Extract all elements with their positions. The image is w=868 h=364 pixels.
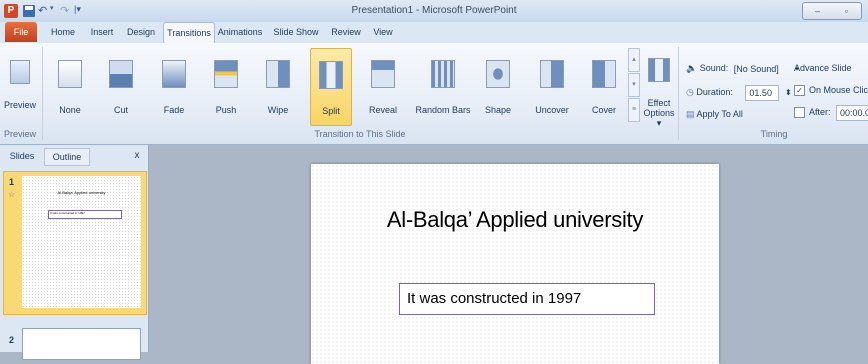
preview-button[interactable]: Preview	[2, 48, 38, 124]
transition-uncover[interactable]: Uncover	[528, 48, 576, 124]
transition-star-icon: ☆	[8, 190, 16, 199]
thumbnail-title: Al-Balqa’ Applied university	[57, 190, 106, 195]
transition-fade[interactable]: Fade	[154, 48, 194, 124]
after-checkbox[interactable]	[794, 107, 805, 119]
tab-review[interactable]: Review	[326, 22, 366, 42]
transition-push-icon	[214, 60, 238, 88]
effect-options-button[interactable]: Effect Options ▾	[642, 52, 676, 128]
sound-icon: 🔈	[686, 63, 698, 73]
apply-all-icon: ▤	[686, 109, 695, 119]
tab-transitions[interactable]: Transitions	[163, 22, 215, 43]
duration-row: ◷ Duration: 01.50 ⬍	[686, 84, 792, 101]
thumbnail-text: It was constructed in 1997	[50, 211, 85, 215]
transition-none[interactable]: None	[50, 48, 90, 124]
gallery-scroll-up-button[interactable]: ▴	[628, 48, 640, 72]
transition-fade-icon	[162, 60, 186, 88]
sound-dropdown[interactable]: [No Sound]	[731, 62, 789, 76]
after-input[interactable]: 00:00.00	[836, 104, 868, 121]
duration-spinner[interactable]: ⬍	[785, 88, 792, 97]
minimize-button[interactable]: –	[803, 3, 832, 19]
slide-title[interactable]: Al-Balqa’ Applied university	[311, 207, 719, 233]
transition-none-icon	[58, 60, 82, 88]
group-label-preview: Preview	[4, 129, 37, 139]
group-label-timing: Timing	[760, 129, 788, 139]
gallery-scroll-down-button[interactable]: ▾	[628, 73, 640, 97]
duration-input[interactable]: 01.50	[745, 84, 780, 101]
slide-number: 2	[9, 335, 15, 345]
transition-uncover-icon	[540, 60, 564, 88]
maximize-button[interactable]: ▫	[832, 3, 861, 19]
tab-slide-show[interactable]: Slide Show	[270, 22, 322, 42]
transition-cut-icon	[109, 60, 133, 88]
slide-body-text[interactable]: It was constructed in 1997	[407, 290, 581, 307]
group-separator	[678, 47, 679, 140]
transition-shape-icon	[486, 60, 510, 88]
clock-icon: ◷	[686, 87, 694, 97]
transition-random-bars[interactable]: Random Bars	[414, 48, 472, 124]
window-title: Presentation1 - Microsoft PowerPoint	[351, 5, 517, 16]
transition-wipe[interactable]: Wipe	[258, 48, 298, 124]
transition-wipe-icon	[266, 60, 290, 88]
transition-split[interactable]: Split	[310, 48, 352, 126]
transition-random-bars-icon	[431, 60, 455, 88]
tab-file[interactable]: File	[5, 22, 37, 42]
transition-cover-icon	[592, 60, 616, 88]
transition-split-icon	[319, 61, 343, 89]
sound-row: 🔈 Sound: [No Sound] ▾	[686, 62, 799, 76]
tab-animations[interactable]: Animations	[214, 22, 266, 42]
slide-thumbnail-2[interactable]	[22, 328, 141, 360]
close-panel-button[interactable]: x	[130, 148, 144, 164]
transition-cover[interactable]: Cover	[584, 48, 624, 124]
window-controls: – ▫	[802, 2, 862, 20]
tab-insert[interactable]: Insert	[85, 22, 119, 42]
tab-home[interactable]: Home	[46, 22, 80, 42]
group-label-transition: Transition to This Slide	[314, 129, 406, 139]
transition-push[interactable]: Push	[206, 48, 246, 124]
transition-reveal[interactable]: Reveal	[362, 48, 404, 124]
tab-slides[interactable]: Slides	[4, 148, 40, 164]
slide-thumbnail-1[interactable]	[22, 176, 141, 308]
tab-outline[interactable]: Outline	[44, 148, 90, 166]
preview-icon	[10, 60, 30, 84]
tab-view[interactable]: View	[368, 22, 398, 42]
on-mouse-click-checkbox[interactable]: ✓	[794, 85, 805, 97]
slide-canvas[interactable]	[311, 164, 719, 364]
on-mouse-click-row[interactable]: ✓ On Mouse Click	[794, 82, 868, 98]
effect-options-icon	[648, 58, 670, 82]
slide-number: 1	[9, 177, 15, 187]
advance-slide-label: Advance Slide	[794, 63, 852, 73]
transition-shape[interactable]: Shape	[478, 48, 518, 124]
transition-reveal-icon	[371, 60, 395, 88]
transition-cut[interactable]: Cut	[100, 48, 142, 124]
gallery-more-button[interactable]: ≡	[628, 98, 640, 122]
tab-design[interactable]: Design	[123, 22, 159, 42]
apply-to-all-button[interactable]: ▤ Apply To All	[686, 106, 743, 122]
after-row: After: 00:00.00 ⬍	[794, 104, 868, 121]
